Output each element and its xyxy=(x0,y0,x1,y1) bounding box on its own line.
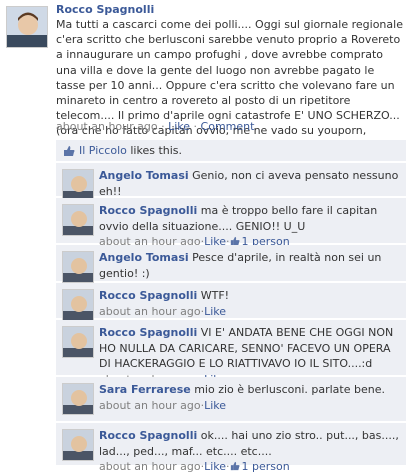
post-meta: about an hour ago · Like · Comment xyxy=(56,120,254,133)
commenter-avatar[interactable] xyxy=(62,326,94,358)
comment: Rocco Spagnolli WTF! about an hour ago·Li… xyxy=(56,283,406,321)
status-post: Rocco Spagnolli Ma tutti a cascarci come… xyxy=(0,0,410,153)
avatar-image xyxy=(63,384,93,414)
post-author[interactable]: Rocco Spagnolli xyxy=(56,3,154,16)
post-timestamp[interactable]: about an hour ago xyxy=(56,120,158,133)
comment: Rocco Spagnolli VI E' ANDATA BENE CHE OG… xyxy=(56,320,406,386)
comment-likes-count[interactable]: 1 person xyxy=(230,460,290,473)
commenter-avatar[interactable] xyxy=(62,251,94,283)
likes-summary: Il Piccolo likes this. xyxy=(56,140,406,162)
comment-author[interactable]: Rocco Spagnolli xyxy=(99,429,197,442)
comment-author[interactable]: Angelo Tomasi xyxy=(99,251,189,264)
comment-body: Rocco Spagnolli ma è troppo bello fare i… xyxy=(99,203,399,250)
thumbs-up-icon xyxy=(230,461,240,471)
separator: · xyxy=(193,120,198,133)
commenter-avatar[interactable] xyxy=(62,169,94,201)
comment-like-link[interactable]: Like xyxy=(204,399,226,412)
comment: Sara Ferrarese mio zio è berlusconi. par… xyxy=(56,377,406,422)
comment-like-link[interactable]: Like xyxy=(204,305,226,318)
comment-like-link[interactable]: Like xyxy=(204,460,226,473)
comment-body: Sara Ferrarese mio zio è berlusconi. par… xyxy=(99,382,399,413)
comment-author[interactable]: Rocco Spagnolli xyxy=(99,326,197,339)
avatar-image xyxy=(63,205,93,235)
comment-author[interactable]: Angelo Tomasi xyxy=(99,169,189,182)
comment-text: mio zio è berlusconi. parlate bene. xyxy=(194,383,385,396)
avatar-image xyxy=(63,252,93,282)
commenter-avatar[interactable] xyxy=(62,289,94,321)
avatar-image xyxy=(63,327,93,357)
comment: Rocco Spagnolli ma è troppo bello fare i… xyxy=(56,198,406,248)
like-link[interactable]: Like xyxy=(168,120,190,133)
comment-author[interactable]: Sara Ferrarese xyxy=(99,383,191,396)
comment-author[interactable]: Rocco Spagnolli xyxy=(99,204,197,217)
comment: Rocco Spagnolli ok.... hai uno zio stro.… xyxy=(56,423,406,473)
comment-timestamp: about an hour ago xyxy=(99,304,201,318)
comment: Angelo Tomasi Genio, non ci aveva pensat… xyxy=(56,163,406,213)
comment-text: WTF! xyxy=(200,289,230,302)
comment-timestamp: about an hour ago xyxy=(99,460,201,473)
likes-text: Il Piccolo likes this. xyxy=(79,144,183,157)
comment-timestamp: about an hour ago xyxy=(99,398,201,412)
separator: · xyxy=(161,120,165,133)
avatar-image xyxy=(63,430,93,460)
avatar-image xyxy=(63,290,93,320)
comment: Angelo Tomasi Pesce d'aprile, in realtà … xyxy=(56,245,406,295)
commenter-avatar[interactable] xyxy=(62,204,94,236)
comment-author[interactable]: Rocco Spagnolli xyxy=(99,289,197,302)
comment-link[interactable]: Comment xyxy=(201,120,255,133)
comment-body: Rocco Spagnolli WTF! about an hour ago·Li… xyxy=(99,288,399,319)
avatar-image xyxy=(63,170,93,200)
commenter-avatar[interactable] xyxy=(62,383,94,415)
commenter-avatar[interactable] xyxy=(62,429,94,461)
thumbs-up-icon xyxy=(64,146,75,156)
comment-body: Rocco Spagnolli ok.... hai uno zio stro.… xyxy=(99,428,399,475)
liker-name[interactable]: Il Piccolo xyxy=(79,144,127,157)
post-text: Ma tutti a cascarci come dei polli.... O… xyxy=(56,18,403,153)
author-avatar[interactable] xyxy=(6,6,48,48)
avatar-image xyxy=(7,7,47,47)
